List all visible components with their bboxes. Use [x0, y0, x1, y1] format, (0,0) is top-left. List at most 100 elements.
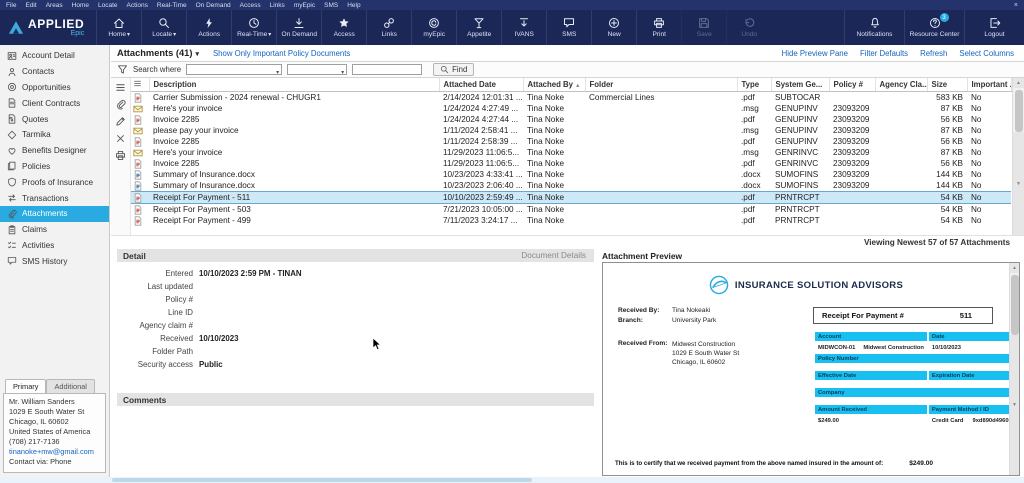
search-operator-dropdown[interactable]	[287, 64, 348, 75]
sidebar-item[interactable]: Quotes	[0, 111, 109, 127]
toolbar-button[interactable]: On Demand	[276, 10, 321, 45]
toolbar-button[interactable]: Print	[636, 10, 681, 45]
sidebar-item[interactable]: Attachments	[0, 205, 109, 222]
horizontal-scrollbar[interactable]	[0, 477, 1024, 483]
list-icon[interactable]	[115, 82, 126, 93]
toolbar-button[interactable]: Undo	[726, 10, 771, 45]
menu-item[interactable]: Areas	[46, 2, 63, 9]
sidebar-item[interactable]: Proofs of Insurance	[0, 174, 109, 190]
close-icon[interactable]	[1014, 2, 1018, 9]
scroll-down-icon[interactable]: ▼	[1013, 132, 1024, 235]
toolbar-button[interactable]: Actions	[186, 10, 231, 45]
scrollbar-thumb[interactable]	[1010, 275, 1019, 335]
sidebar-item[interactable]: Account Detail	[0, 48, 109, 64]
sidebar-item[interactable]: Activities	[0, 238, 109, 254]
sidebar-item[interactable]: Tarmika	[0, 127, 109, 143]
column-important[interactable]: Important ...	[967, 78, 1012, 92]
attachment-row[interactable]: Here's your invoice 1/24/2024 4:27:49 ..…	[131, 103, 1011, 114]
print-icon[interactable]	[115, 150, 126, 161]
attachment-row[interactable]: Receipt For Payment - 511 10/10/2023 2:5…	[131, 191, 1011, 204]
sidebar-item[interactable]: Opportunities	[0, 80, 109, 96]
column-system-generated[interactable]: System Ge...	[771, 78, 830, 92]
menu-item[interactable]: Home	[72, 2, 89, 9]
toolbar-button[interactable]: Locate	[141, 10, 186, 45]
tab-document-details[interactable]: Document Details	[521, 251, 586, 260]
paperclip-icon[interactable]	[115, 99, 126, 110]
grid-scrollbar[interactable]: ▲ ▼	[1012, 78, 1024, 235]
column-attached-by[interactable]: Attached By	[523, 78, 586, 92]
scrollbar-thumb[interactable]	[1014, 90, 1023, 132]
header-link[interactable]: Select Columns	[959, 49, 1014, 58]
toolbar-button[interactable]: IVANS	[501, 10, 546, 45]
header-link[interactable]: Hide Preview Pane	[782, 49, 848, 58]
contact-tab[interactable]: Primary	[5, 379, 47, 393]
grid-menu-icon[interactable]	[133, 79, 142, 88]
pencil-icon[interactable]	[115, 116, 126, 127]
header-link[interactable]: Filter Defaults	[860, 49, 908, 58]
menu-item[interactable]: SMS	[324, 2, 338, 9]
delete-icon[interactable]	[115, 133, 126, 144]
menu-item[interactable]: myEpic	[294, 2, 315, 9]
contact-tab[interactable]: Additional	[46, 379, 95, 393]
menu-item[interactable]: File	[6, 2, 16, 9]
search-value-input[interactable]	[352, 64, 423, 75]
toolbar-button[interactable]: Logout	[964, 10, 1024, 45]
find-button[interactable]: Find	[433, 63, 475, 76]
show-important-link[interactable]: Show Only Important Policy Documents	[213, 49, 350, 58]
menu-item[interactable]: Locate	[98, 2, 118, 9]
column-type[interactable]: Type	[737, 78, 772, 92]
contact-email-link[interactable]: tinanoke+mw@gmail.com	[9, 447, 100, 457]
attachment-row[interactable]: Invoice 2285 11/29/2023 11:06:5... Tina …	[131, 158, 1011, 169]
column-size[interactable]: Size	[927, 78, 968, 92]
sidebar-item[interactable]: Claims	[0, 222, 109, 238]
attachments-title-dropdown[interactable]: Attachments (41)	[117, 48, 199, 58]
preview-scrollbar[interactable]: ▲ ▼	[1009, 263, 1019, 475]
toolbar-button[interactable]: New	[591, 10, 636, 45]
sidebar-item[interactable]: Transactions	[0, 190, 109, 206]
toolbar-button[interactable]: Links	[366, 10, 411, 45]
search-field-dropdown[interactable]	[186, 64, 283, 75]
column-policy[interactable]: Policy #	[829, 78, 876, 92]
menu-item[interactable]: Access	[240, 2, 261, 9]
toolbar-button[interactable]: myEpic	[411, 10, 456, 45]
toolbar-button[interactable]: Notifications	[844, 10, 904, 45]
column-attached-date[interactable]: Attached Date	[439, 78, 524, 92]
attachment-row[interactable]: Summary of Insurance.docx 10/23/2023 2:0…	[131, 180, 1011, 192]
menu-item[interactable]: Actions	[127, 2, 148, 9]
sidebar-item[interactable]: Contacts	[0, 64, 109, 80]
attachment-row[interactable]: Receipt For Payment - 503 7/21/2023 10:0…	[131, 204, 1011, 216]
menu-item[interactable]: On Demand	[196, 2, 231, 9]
menu-item[interactable]: Help	[347, 2, 360, 9]
toolbar-button[interactable]: Home	[96, 10, 141, 45]
sidebar-item[interactable]: Policies	[0, 159, 109, 175]
filter-icon[interactable]	[117, 64, 128, 75]
sidebar-item[interactable]: SMS History	[0, 253, 109, 269]
scroll-up-icon[interactable]: ▲	[1010, 263, 1019, 273]
attachment-row[interactable]: Carrier Submission - 2024 renewal - CHUG…	[131, 92, 1011, 104]
header-link[interactable]: Refresh	[920, 49, 947, 58]
menu-item[interactable]: Links	[270, 2, 285, 9]
toolbar-button[interactable]: Save	[681, 10, 726, 45]
sidebar-item[interactable]: Client Contracts	[0, 95, 109, 111]
attachment-row[interactable]: Invoice 2285 1/24/2024 4:27:44 ... Tina …	[131, 114, 1011, 125]
column-description[interactable]: Description	[149, 78, 440, 92]
attachment-row[interactable]: Invoice 2285 1/11/2024 2:58:39 ... Tina …	[131, 136, 1011, 147]
tab-attachment-preview[interactable]: Attachment Preview	[602, 251, 682, 261]
scroll-up-icon[interactable]: ▲	[1013, 78, 1024, 88]
sidebar-item[interactable]: Benefits Designer	[0, 143, 109, 159]
toolbar-button[interactable]: Appetite	[456, 10, 501, 45]
menu-item[interactable]: Edit	[25, 2, 36, 9]
toolbar-button[interactable]: Real-Time	[231, 10, 276, 45]
scroll-down-icon[interactable]: ▼	[1010, 335, 1019, 475]
column-folder[interactable]: Folder	[585, 78, 738, 92]
attachment-row[interactable]: Receipt For Payment - 499 7/11/2023 3:24…	[131, 215, 1011, 226]
toolbar-button[interactable]: SMS	[546, 10, 591, 45]
attachment-row[interactable]: Summary of Insurance.docx 10/23/2023 4:3…	[131, 169, 1011, 180]
menu-item[interactable]: Real-Time	[157, 2, 187, 9]
column-agency-claim[interactable]: Agency Cla...	[875, 78, 928, 92]
attachment-row[interactable]: Here's your invoice 11/29/2023 11:06:5..…	[131, 147, 1011, 158]
toolbar-button[interactable]: 3 Resource Center	[904, 10, 964, 45]
attachment-row[interactable]: please pay your invoice 1/11/2024 2:58:4…	[131, 125, 1011, 136]
toolbar-button[interactable]: Access	[321, 10, 366, 45]
scrollbar-thumb[interactable]	[112, 478, 532, 482]
